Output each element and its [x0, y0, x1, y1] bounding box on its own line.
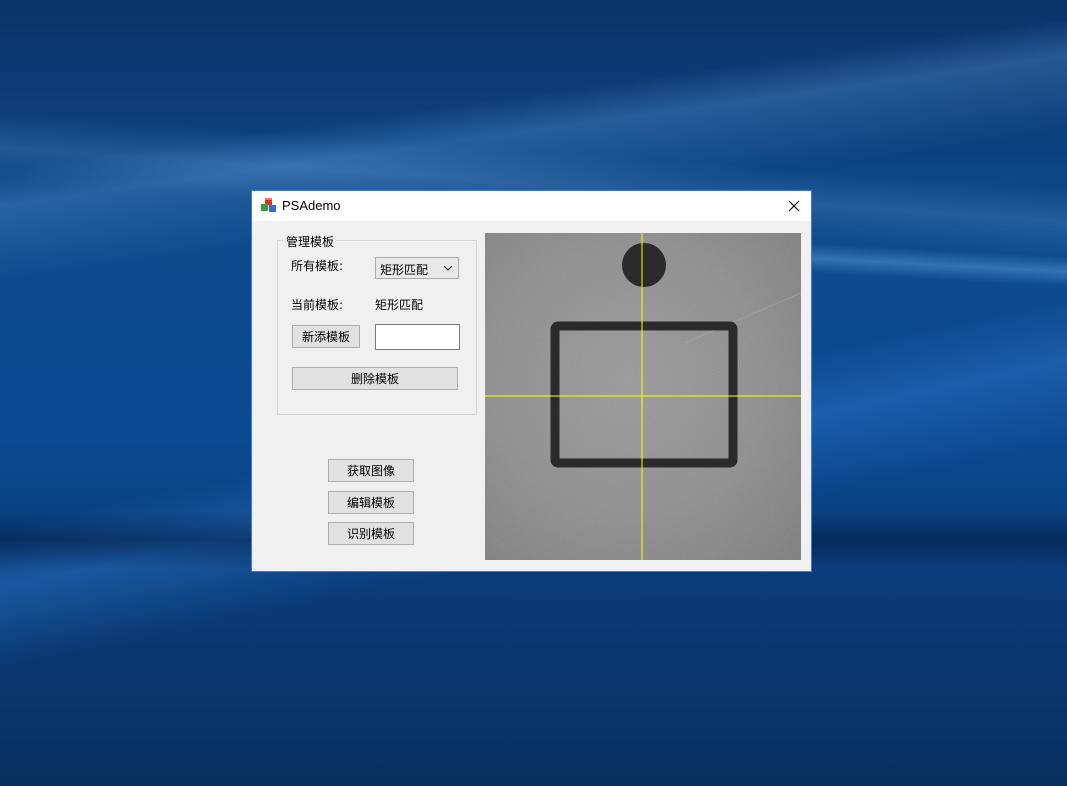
close-button[interactable]: [777, 191, 811, 221]
template-select[interactable]: 矩形匹配: [375, 257, 459, 279]
close-icon: [788, 200, 800, 212]
title-bar[interactable]: PSAdemo: [252, 191, 811, 221]
recognize-template-button[interactable]: 识别模板: [328, 522, 414, 545]
current-template-label: 当前模板:: [291, 298, 344, 312]
window-title: PSAdemo: [282, 198, 341, 213]
delete-template-button[interactable]: 删除模板: [292, 367, 458, 390]
dark-circle-mark: [622, 243, 666, 287]
add-template-button[interactable]: 新添模板: [292, 325, 360, 348]
image-viewer[interactable]: [485, 233, 801, 560]
template-group-title: 管理模板: [284, 233, 337, 250]
template-select-value: 矩形匹配: [380, 263, 429, 277]
new-template-name-input[interactable]: [375, 324, 460, 350]
all-templates-label: 所有模板:: [291, 259, 344, 273]
edit-template-button[interactable]: 编辑模板: [328, 491, 414, 514]
app-blocks-icon: [261, 198, 276, 212]
camera-image: [485, 233, 801, 560]
current-template-value: 矩形匹配: [375, 298, 424, 312]
chevron-down-icon: [443, 265, 453, 271]
capture-image-button[interactable]: 获取图像: [328, 459, 414, 482]
psademo-window: PSAdemo 管理模板 所有模板: 矩形匹配 当前模板: 矩形匹配 新添模板 …: [251, 190, 812, 572]
